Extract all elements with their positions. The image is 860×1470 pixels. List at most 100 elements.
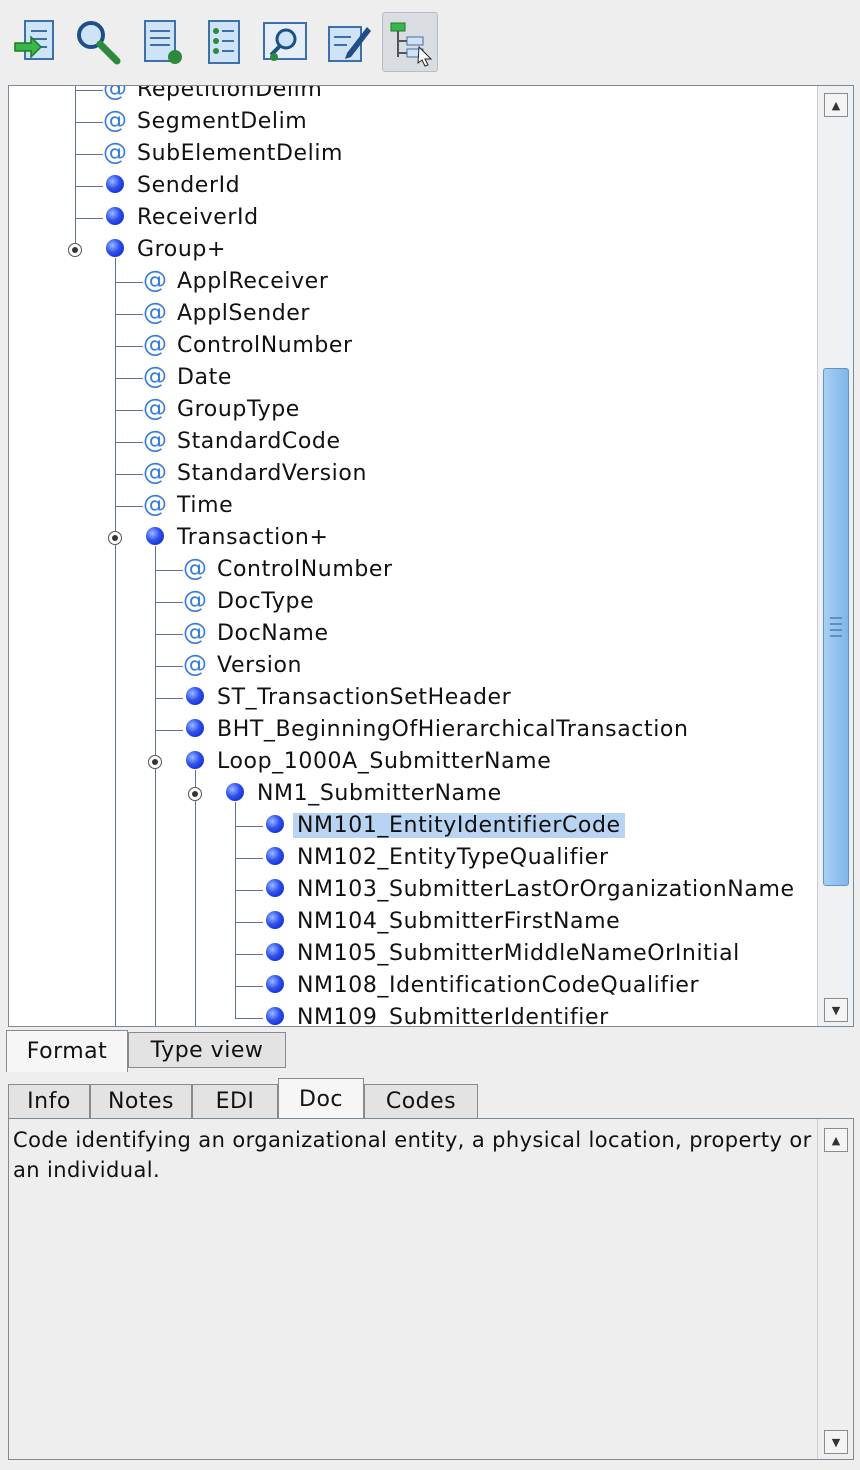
element-dot-icon [106,239,124,257]
attribute-icon: @ [183,586,207,614]
scroll-thumb[interactable] [823,368,849,886]
element-dot-icon [266,847,284,865]
tree-node-label: ReceiverId [137,205,259,230]
tree-node-label: StandardVersion [177,461,367,486]
tree-node-label: NM103_SubmitterLastOrOrganizationName [297,877,795,902]
list-button[interactable] [196,12,252,72]
tree-node-label: GroupType [177,397,300,422]
document-button[interactable] [134,12,190,72]
tree-node[interactable]: NM103_SubmitterLastOrOrganizationName [293,874,799,906]
attribute-icon: @ [183,650,207,678]
tree-node-label: NM1_SubmitterName [257,781,502,806]
attribute-icon: @ [183,554,207,582]
scroll-down-button[interactable]: ▼ [824,998,848,1022]
view-tab-format[interactable]: Format [6,1030,128,1072]
element-dot-icon [186,687,204,705]
tree-node[interactable]: SenderId [133,170,244,202]
import-button[interactable] [10,12,66,72]
tree-node-label: NM104_SubmitterFirstName [297,909,621,934]
tree-node[interactable]: ReceiverId [133,202,263,234]
tree-node[interactable]: Group+ [133,234,230,266]
tree-node-label: SubElementDelim [137,141,344,166]
tree-toggle[interactable] [108,531,122,545]
scroll-up-button[interactable]: ▲ [824,93,848,117]
document-icon [144,20,182,64]
element-dot-icon [266,815,284,833]
tree-node[interactable]: GroupType [173,394,304,426]
search-button[interactable] [70,12,126,72]
tree-node[interactable]: RepetitionDelim [133,86,326,106]
doc-panel[interactable]: Code identifying an organizational entit… [8,1118,854,1460]
tree-node[interactable]: ApplSender [173,298,314,330]
tree-node[interactable]: NM109_SubmitterIdentifier [293,1002,613,1026]
detail-tab-edi[interactable]: EDI [192,1084,278,1119]
detail-tab-info[interactable]: Info [8,1084,90,1119]
tree-node[interactable]: NM102_EntityTypeQualifier [293,842,613,874]
tree-vertical-scrollbar[interactable]: ▲ ▼ [817,86,853,1026]
attribute-icon: @ [183,618,207,646]
detail-tab-codes[interactable]: Codes [364,1084,478,1119]
view-tab-type-view[interactable]: Type view [128,1032,286,1068]
tree-toggle[interactable] [148,755,162,769]
tree-node[interactable]: NM101_EntityIdentifierCode [293,810,625,842]
tree-node-label: NM102_EntityTypeQualifier [297,845,609,870]
tree-node-label: ApplSender [177,301,311,326]
tree-node[interactable]: ControlNumber [213,554,397,586]
arrow-down-icon: ▼ [831,1435,841,1449]
tree-node-label: ControlNumber [217,557,393,582]
tree-node[interactable]: SegmentDelim [133,106,311,138]
tree-node[interactable]: Time [173,490,237,522]
element-dot-icon [266,879,284,897]
tree-node-label: NM109_SubmitterIdentifier [297,1005,609,1026]
edit-button[interactable] [320,12,376,72]
tree-toggle[interactable] [188,787,202,801]
tree-node[interactable]: ControlNumber [173,330,357,362]
doc-scroll-down-button[interactable]: ▼ [824,1430,848,1454]
element-dot-icon [186,751,204,769]
list-icon [208,20,240,64]
element-dot-icon [146,527,164,545]
tree-node[interactable]: Version [213,650,306,682]
tree-node-label: DocType [217,589,315,614]
preview-button[interactable] [257,12,313,72]
arrow-up-icon: ▲ [831,98,841,112]
schema-tree[interactable]: @ RepetitionDelim @ SegmentDelim @ SubElement… [9,86,817,1026]
attribute-icon: @ [103,86,127,102]
element-dot-icon [186,719,204,737]
tree-node[interactable]: BHT_BeginningOfHierarchicalTransaction [213,714,693,746]
doc-vertical-scrollbar[interactable]: ▲ ▼ [817,1119,853,1459]
tree-node[interactable]: ApplReceiver [173,266,332,298]
import-icon [14,20,54,60]
tree-node-label: ST_TransactionSetHeader [217,685,512,710]
element-dot-icon [106,175,124,193]
search-icon [77,21,121,65]
tree-node[interactable]: ST_TransactionSetHeader [213,682,515,714]
tree-node[interactable]: StandardVersion [173,458,371,490]
tree-node[interactable]: Date [173,362,236,394]
attribute-icon: @ [143,266,167,294]
tree-node[interactable]: NM105_SubmitterMiddleNameOrInitial [293,938,744,970]
tree-node[interactable]: DocName [213,618,333,650]
tree-node[interactable]: NM104_SubmitterFirstName [293,906,624,938]
tree-toggle[interactable] [68,243,82,257]
tree-node[interactable]: DocType [213,586,318,618]
attribute-icon: @ [103,106,127,134]
detail-tab-doc[interactable]: Doc [278,1078,364,1119]
doc-scroll-up-button[interactable]: ▲ [824,1128,848,1152]
arrow-up-icon: ▲ [831,1133,841,1147]
schema-tree-panel[interactable]: @ RepetitionDelim @ SegmentDelim @ SubElement… [8,85,854,1027]
tree-node[interactable]: Transaction+ [173,522,333,554]
attribute-icon: @ [103,138,127,166]
element-dot-icon [226,783,244,801]
tree-node[interactable]: SubElementDelim [133,138,347,170]
detail-tab-notes[interactable]: Notes [90,1084,192,1119]
tree-node[interactable]: StandardCode [173,426,345,458]
tree-select-button[interactable] [382,12,438,72]
tree-node[interactable]: NM1_SubmitterName [253,778,506,810]
tree-node-label: Loop_1000A_SubmitterName [217,749,552,774]
tree-node-label: DocName [217,621,329,646]
tree-node[interactable]: NM108_IdentificationCodeQualifier [293,970,703,1002]
tree-node-label: NM108_IdentificationCodeQualifier [297,973,700,998]
tree-node[interactable]: Loop_1000A_SubmitterName [213,746,555,778]
attribute-icon: @ [143,490,167,518]
